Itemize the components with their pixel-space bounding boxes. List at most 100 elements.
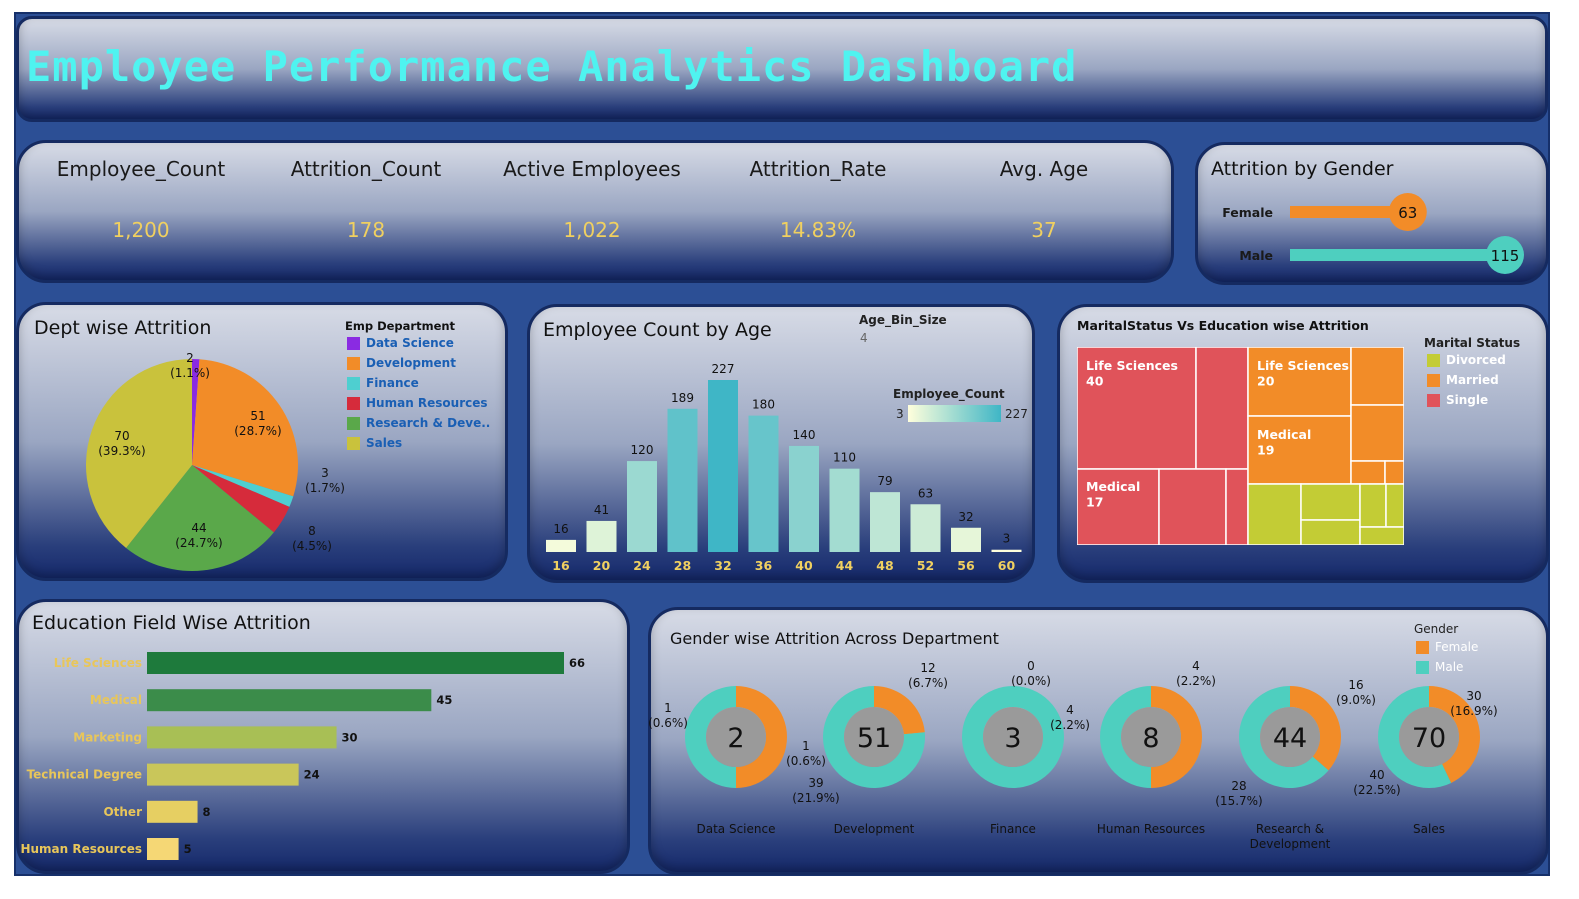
age-bar [546, 539, 576, 552]
legend-label: Human Resources [366, 396, 488, 410]
legend-label: Research & Deve.. [366, 416, 491, 430]
gender-dept-donuts: 2 Data Science 1 (0.6%) 51 Development 12 (6.7%… [648, 659, 1498, 851]
edu-bar-chart: Life Sciences 66 Medical 45 Marketing 30 Techn… [20, 652, 585, 860]
donut-female-label: 4 (2.2%) [1176, 659, 1216, 688]
gender-bar [1290, 249, 1505, 261]
edu-category-label: Technical Degree [27, 768, 142, 782]
edu-category-label: Other [103, 805, 142, 819]
kpi-value: 14.83% [779, 218, 857, 242]
dept-legend-item[interactable]: Finance [347, 376, 419, 390]
dept-legend-item[interactable]: Research & Deve.. [347, 416, 490, 430]
age-bar-chart: 16 16 41 20 120 24 189 28 227 32 180 36 140 40 110 44 79… [546, 362, 1022, 573]
kpi-label: Attrition_Count [290, 157, 442, 181]
treemap-cell [1359, 483, 1387, 528]
age-bar [748, 415, 779, 552]
dept-legend-item[interactable]: Sales [347, 436, 402, 450]
legend-label: Finance [366, 376, 419, 390]
age-tick-label: 16 [552, 558, 570, 573]
gender-label: Female [1222, 205, 1273, 220]
age-tick-label: 36 [755, 558, 773, 573]
donut-total: 8 [1142, 723, 1159, 754]
donut-total: 70 [1412, 723, 1446, 754]
kpi-value: 178 [346, 218, 386, 242]
age-tick-label: 44 [836, 558, 854, 573]
dept-legend-item[interactable]: Human Resources [347, 396, 488, 410]
kpi-value: 1,022 [563, 218, 621, 242]
edu-category-label: Medical [90, 693, 142, 707]
donut-female-label: 0 (0.0%) [1011, 659, 1051, 688]
age-bar-value: 180 [752, 398, 775, 412]
age-bar-value: 32 [958, 510, 973, 524]
age-tick-label: 52 [917, 558, 934, 573]
pie-label: 8 (4.5%) [292, 524, 332, 553]
dept-legend-title: Emp Department [345, 319, 456, 333]
pie-label: 3 (1.7%) [305, 466, 345, 495]
legend-swatch [347, 376, 360, 390]
donut-female-label: 30 (16.9%) [1450, 689, 1497, 718]
age-tick-label: 20 [593, 558, 611, 573]
legend-label: Single [1446, 393, 1489, 407]
edu-bar [147, 763, 299, 786]
marital-legend-item[interactable]: Married [1427, 373, 1499, 387]
age-bar [910, 504, 941, 552]
edu-bar-value: 24 [304, 768, 320, 782]
age-bar-value: 120 [631, 443, 654, 457]
age-bar-value: 3 [1003, 532, 1011, 546]
treemap-cell [1359, 526, 1404, 545]
legend-label: Married [1446, 373, 1499, 387]
treemap-cell [1158, 468, 1227, 545]
legend-swatch [1427, 373, 1440, 387]
edu-bar-value: 66 [569, 656, 585, 670]
gender-chart: Female 63 Male 115 [1222, 193, 1524, 274]
edu-bar-value: 45 [436, 693, 452, 707]
legend-swatch [347, 436, 360, 450]
edu-bar-value: 8 [203, 805, 211, 819]
legend-label: Sales [366, 436, 403, 450]
dept-legend-item[interactable]: Development [347, 356, 456, 370]
age-bar-value: 227 [712, 362, 735, 376]
marital-legend-item[interactable]: Divorced [1427, 353, 1506, 367]
donut-dept-label: Sales [1413, 822, 1445, 836]
dashboard-title: Employee Performance Analytics Dashboard [26, 42, 1078, 91]
edu-bar [147, 652, 564, 674]
age-bar-value: 140 [793, 428, 816, 442]
donut-total: 3 [1004, 723, 1021, 754]
treemap-cell [1350, 460, 1386, 485]
legend-swatch [1427, 353, 1440, 367]
legend-swatch [347, 416, 360, 430]
age-bar [870, 492, 900, 552]
kpi-label: Employee_Count [56, 157, 226, 181]
treemap-cell [1385, 483, 1404, 528]
age-bar-value: 189 [671, 391, 694, 405]
edu-bar [147, 838, 179, 860]
donut-dept-label: Finance [990, 822, 1036, 836]
gender-panel-title: Attrition by Gender [1211, 158, 1394, 180]
marital-legend-item[interactable]: Single [1427, 393, 1488, 407]
dept-legend-item[interactable]: Data Science [347, 336, 454, 350]
donut-dept-label: Human Resources [1097, 822, 1205, 836]
age-bar [586, 520, 617, 552]
age-tick-label: 60 [998, 558, 1016, 573]
age-bar [829, 468, 860, 552]
age-bar-value: 63 [918, 486, 933, 500]
age-tick-label: 32 [714, 558, 731, 573]
age-bar [708, 380, 738, 552]
age-bar-value: 79 [877, 474, 892, 488]
donut-extra-label: 1 (0.6%) [786, 739, 826, 768]
legend-swatch [347, 396, 360, 410]
donut-total: 51 [857, 723, 891, 754]
legend-label: Divorced [1446, 353, 1506, 367]
edu-bar [147, 689, 432, 712]
age-tick-label: 48 [876, 558, 893, 573]
age-bar-value: 110 [833, 451, 856, 465]
legend-swatch [1427, 393, 1440, 407]
age-tick-label: 40 [795, 558, 813, 573]
edu-bar-value: 5 [184, 842, 192, 856]
age-tick-label: 24 [633, 558, 651, 573]
edu-category-label: Human Resources [20, 842, 142, 856]
treemap-cell [1300, 519, 1361, 545]
treemap-cell [1195, 347, 1249, 470]
age-bar [991, 549, 1022, 552]
treemap-cell [1225, 468, 1249, 545]
treemap-cell [1300, 483, 1361, 521]
